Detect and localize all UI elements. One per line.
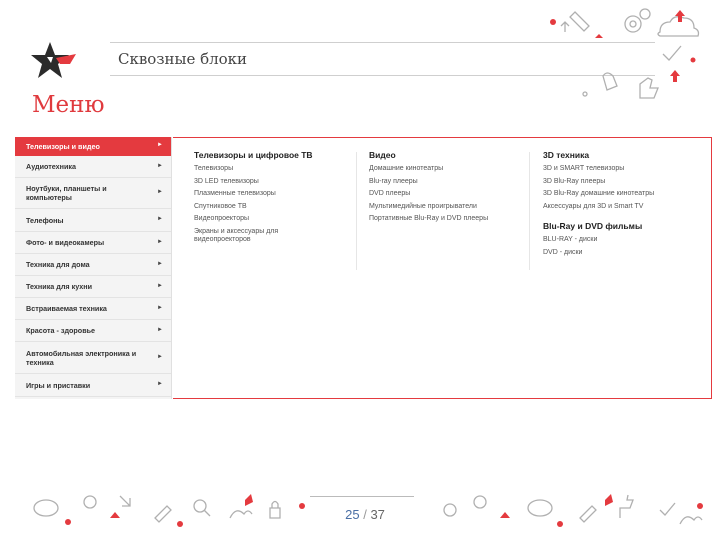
hand-icon xyxy=(602,72,618,91)
slide-title: Меню xyxy=(32,92,105,118)
decorative-doodle-icons xyxy=(550,8,700,99)
sidebar-item-games[interactable]: Игры и приставки ► xyxy=(15,374,171,397)
submenu-link[interactable]: Портативные Blu-Ray и DVD плееры xyxy=(369,215,529,223)
sidebar-item-label: Ноутбуки, планшеты и компьютеры xyxy=(26,184,107,202)
submenu-link[interactable]: Видеопроекторы xyxy=(194,215,344,223)
submenu-heading[interactable]: Blu-Ray и DVD фильмы xyxy=(543,221,703,231)
section-heading: Сквозные блоки xyxy=(118,50,248,68)
gear-icon xyxy=(624,15,642,33)
chevron-right-icon: ► xyxy=(157,381,163,388)
submenu-heading[interactable]: Телевизоры и цифровое ТВ xyxy=(194,150,344,160)
chevron-right-icon: ► xyxy=(157,142,163,149)
pencil-icon xyxy=(569,11,590,32)
total-pages: 37 xyxy=(370,507,385,522)
check-icon xyxy=(662,45,682,61)
sidebar-item-phones[interactable]: Телефоны ► xyxy=(15,209,171,232)
chevron-right-icon: ► xyxy=(157,189,163,196)
submenu-link[interactable]: Спутниковое ТВ xyxy=(194,203,344,211)
submenu-link[interactable]: 3D LED телевизоры xyxy=(194,178,344,186)
lock-icon xyxy=(269,500,281,519)
sidebar-item-label: Аудиотехника xyxy=(26,162,76,171)
sidebar-item-label: Автомобильная электроника и техника xyxy=(26,348,137,367)
page-separator: / xyxy=(363,507,367,522)
location-pin-icon xyxy=(550,19,556,25)
submenu-link[interactable]: BLU-RAY - диски xyxy=(543,236,703,244)
pencil-icon xyxy=(579,505,597,523)
column-divider xyxy=(356,152,357,270)
sidebar-item-cameras[interactable]: Фото- и видеокамеры ► xyxy=(15,232,171,254)
star-logo-icon xyxy=(31,42,76,78)
gear-icon xyxy=(639,8,651,20)
bird-icon xyxy=(229,510,253,519)
submenu-column: 3D техника 3D и SMART телевизоры 3D Blu-… xyxy=(543,150,703,261)
submenu-link[interactable]: Blu-ray плееры xyxy=(369,178,529,186)
submenu-link[interactable]: 3D Blu-Ray домашние кинотеатры xyxy=(543,190,703,198)
chevron-right-icon: ► xyxy=(157,238,163,245)
submenu-link[interactable]: Аксессуары для 3D и Smart TV xyxy=(543,203,703,211)
submenu-link[interactable]: Экраны и аксессуары для видеопроекторов xyxy=(194,228,319,245)
speech-bubble-icon xyxy=(33,499,59,517)
submenu-link[interactable]: DVD плееры xyxy=(369,190,529,198)
sidebar-item-auto[interactable]: Автомобильная электроника и техника ► xyxy=(15,342,171,374)
check-icon xyxy=(659,502,676,516)
pager-divider xyxy=(310,496,414,497)
submenu-column: Видео Домашние кинотеатры Blu-ray плееры… xyxy=(369,150,529,228)
rocket-icon xyxy=(245,494,253,506)
sidebar-item-label: Техника для кухни xyxy=(26,282,93,291)
submenu-column: Телевизоры и цифровое ТВ Телевизоры 3D L… xyxy=(194,150,344,249)
sidebar-item-beauty[interactable]: Красота - здоровье ► xyxy=(15,320,171,342)
chevron-right-icon: ► xyxy=(157,353,163,360)
sidebar-item-label: Игры и приставки xyxy=(26,380,91,390)
arrow-icon xyxy=(560,21,570,32)
sidebar-item-label: Телефоны xyxy=(26,215,64,225)
submenu-link[interactable]: Плазменные телевизоры xyxy=(194,190,344,198)
bird-icon xyxy=(679,516,703,525)
submenu-panel: Телевизоры и цифровое ТВ Телевизоры 3D L… xyxy=(173,137,712,399)
submenu-heading[interactable]: 3D техника xyxy=(543,150,703,160)
sidebar-item-label: Телевизоры и видео xyxy=(26,141,100,151)
category-sidebar: Телевизоры и видео ► Аудиотехника ► Ноутбу… xyxy=(15,137,172,399)
thumbs-up-icon xyxy=(639,77,659,99)
sidebar-item-built-in[interactable]: Встраиваемая техника ► xyxy=(15,298,171,320)
sidebar-item-audio[interactable]: Аудиотехника ► xyxy=(15,156,171,178)
submenu-heading[interactable]: Видео xyxy=(369,150,529,160)
submenu-link[interactable]: Телевизоры xyxy=(194,165,344,173)
arrow-icon xyxy=(119,495,131,507)
thumbs-up-icon xyxy=(619,494,634,518)
chevron-right-icon: ► xyxy=(157,304,163,311)
sidebar-item-label: Техника для дома xyxy=(26,260,90,269)
page-counter: 25 / 37 xyxy=(330,507,400,522)
pencil-icon xyxy=(154,505,172,523)
submenu-link[interactable]: Мультимедийные проигрыватели xyxy=(369,203,529,211)
sidebar-item-tv-video[interactable]: Телевизоры и видео ► xyxy=(15,137,171,156)
chevron-right-icon: ► xyxy=(157,282,163,289)
sidebar-item-laptops[interactable]: Ноутбуки, планшеты и компьютеры ► xyxy=(15,178,171,209)
search-icon xyxy=(443,503,457,517)
sidebar-item-label: Встраиваемая техника xyxy=(26,304,107,313)
chevron-right-icon: ► xyxy=(157,162,163,169)
chevron-right-icon: ► xyxy=(157,326,163,333)
sidebar-item-label: Фото- и видеокамеры xyxy=(26,238,105,247)
submenu-link[interactable]: 3D и SMART телевизоры xyxy=(543,165,703,173)
sidebar-item-label: Красота - здоровье xyxy=(26,326,96,335)
sidebar-item-kitchen[interactable]: Техника для кухни ► xyxy=(15,276,171,298)
current-page: 25 xyxy=(345,507,360,522)
speech-bubble-icon xyxy=(527,499,553,517)
submenu-link[interactable]: Домашние кинотеатры xyxy=(369,165,529,173)
chevron-right-icon: ► xyxy=(157,216,163,223)
submenu-link[interactable]: DVD - диски xyxy=(543,249,703,257)
submenu-link[interactable]: 3D Blu-Ray плееры xyxy=(543,178,703,186)
red-arrow-icon xyxy=(670,70,680,82)
chevron-right-icon: ► xyxy=(157,260,163,267)
gear-icon xyxy=(473,495,487,509)
column-divider xyxy=(529,152,530,270)
gear-icon xyxy=(83,495,97,509)
sidebar-item-home-appliances[interactable]: Техника для дома ► xyxy=(15,254,171,276)
